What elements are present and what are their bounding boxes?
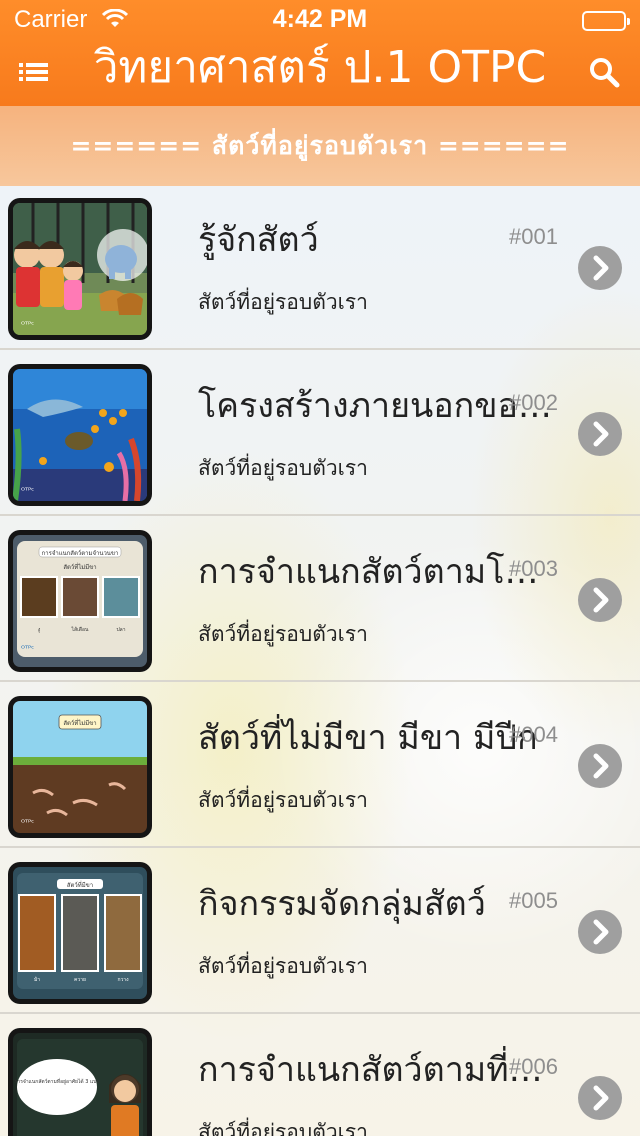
status-bar: Carrier 4:42 PM [0,0,640,40]
lesson-row[interactable]: การจำแนกสัตว์ตามที่อยู่อาศัยได้ 3 แบบ กา… [0,1016,640,1136]
thumb-caption: ปลา [116,627,125,633]
thumb-caption: การจำแนกสัตว์ตามจำนวนขา [42,549,119,557]
lesson-row[interactable]: สัตว์ที่ไม่มีขา ᴼᵀᴾᶜ สัตว์ที่ไม่มีขา มีข… [0,684,640,848]
lesson-title: สัตว์ที่ไม่มีขา มีขา มีปีก [198,718,538,758]
lesson-title: โครงสร้างภายนอกของสัตว์ [198,386,558,426]
list-menu-icon [19,63,48,81]
thumb-caption: สัตว์ที่ไม่มีขา [63,563,96,571]
lesson-number: #006 [509,1054,558,1079]
thumb-caption: การจำแนกสัตว์ตามที่อยู่อาศัยได้ 3 แบบ [14,1078,99,1085]
lesson-thumbnail: การจำแนกสัตว์ตามที่อยู่อาศัยได้ 3 แบบ [8,1028,152,1136]
lesson-title: การจำแนกสัตว์ตามโครงสร้าง [198,552,558,592]
chevron-right-icon[interactable] [578,578,622,622]
lesson-subtitle: สัตว์ที่อยู่รอบตัวเรา [198,954,368,978]
lesson-number: #005 [509,888,558,913]
lesson-row[interactable]: ᴼᵀᴾᶜ โครงสร้างภายนอกของสัตว์ #002 สัตว์ท… [0,352,640,516]
lesson-title: กิจกรรมจัดกลุ่มสัตว์ [198,884,486,924]
thumb-caption: ควาย [74,977,86,983]
lesson-number: #004 [509,722,558,747]
thumb-caption: สัตว์ที่ไม่มีขา [63,719,96,727]
svg-text:ᴼᵀᴾᶜ: ᴼᵀᴾᶜ [21,320,34,329]
thumb-caption: สัตว์ที่มีขา [67,881,93,889]
svg-text:ᴼᵀᴾᶜ: ᴼᵀᴾᶜ [21,818,34,827]
chevron-right-icon[interactable] [578,744,622,788]
lesson-thumbnail: การจำแนกสัตว์ตามจำนวนขา สัตว์ที่ไม่มีขา … [8,530,152,672]
svg-text:ᴼᵀᴾᶜ: ᴼᵀᴾᶜ [21,486,34,495]
search-button[interactable] [586,54,622,90]
lesson-thumbnail: ᴼᵀᴾᶜ [8,198,152,340]
navigation-bar: Carrier 4:42 PM วิทยาศาสตร์ ป.1 OTPC [0,0,640,106]
lesson-number: #002 [509,390,558,415]
lesson-number: #003 [509,556,558,581]
lesson-subtitle: สัตว์ที่อยู่รอบตัวเรา [198,622,368,646]
chevron-right-icon[interactable] [578,1076,622,1120]
lesson-row[interactable]: ᴼᵀᴾᶜ รู้จักสัตว์ #001 สัตว์ที่อยู่รอบตัว… [0,186,640,350]
battery-icon [582,11,630,31]
thumb-caption: ไส้เดือน [71,626,90,633]
lesson-title: รู้จักสัตว์ [198,220,319,260]
lesson-number: #001 [509,224,558,249]
lesson-subtitle: สัตว์ที่อยู่รอบตัวเรา [198,788,368,812]
lesson-thumbnail: สัตว์ที่ไม่มีขา ᴼᵀᴾᶜ [8,696,152,838]
search-icon [590,58,620,88]
chevron-right-icon[interactable] [578,910,622,954]
lesson-title: การจำแนกสัตว์ตามที่อยู่อาศัย [198,1050,558,1090]
chevron-right-icon[interactable] [578,246,622,290]
chevron-right-icon[interactable] [578,412,622,456]
lesson-subtitle: สัตว์ที่อยู่รอบตัวเรา [198,456,368,480]
menu-button[interactable] [16,54,52,90]
lesson-row[interactable]: การจำแนกสัตว์ตามจำนวนขา สัตว์ที่ไม่มีขา … [0,518,640,682]
thumb-caption: ม้า [34,976,40,983]
page-title: วิทยาศาสตร์ ป.1 OTPC [93,42,547,93]
svg-text:ᴼᵀᴾᶜ: ᴼᵀᴾᶜ [21,644,34,653]
section-header: ====== สัตว์ที่อยู่รอบตัวเรา ====== [0,106,640,186]
lesson-subtitle: สัตว์ที่อยู่รอบตัวเรา [198,290,368,314]
lesson-thumbnail: สัตว์ที่มีขา ม้า ควาย กวาง [8,862,152,1004]
lesson-thumbnail: ᴼᵀᴾᶜ [8,364,152,506]
thumb-caption: กวาง [117,977,129,983]
lesson-subtitle: สัตว์ที่อยู่รอบตัวเรา [198,1120,368,1136]
lesson-row[interactable]: สัตว์ที่มีขา ม้า ควาย กวาง กิจกรรมจัดกลุ… [0,850,640,1014]
lesson-list[interactable]: ᴼᵀᴾᶜ รู้จักสัตว์ #001 สัตว์ที่อยู่รอบตัว… [0,186,640,1136]
clock: 4:42 PM [272,5,368,33]
